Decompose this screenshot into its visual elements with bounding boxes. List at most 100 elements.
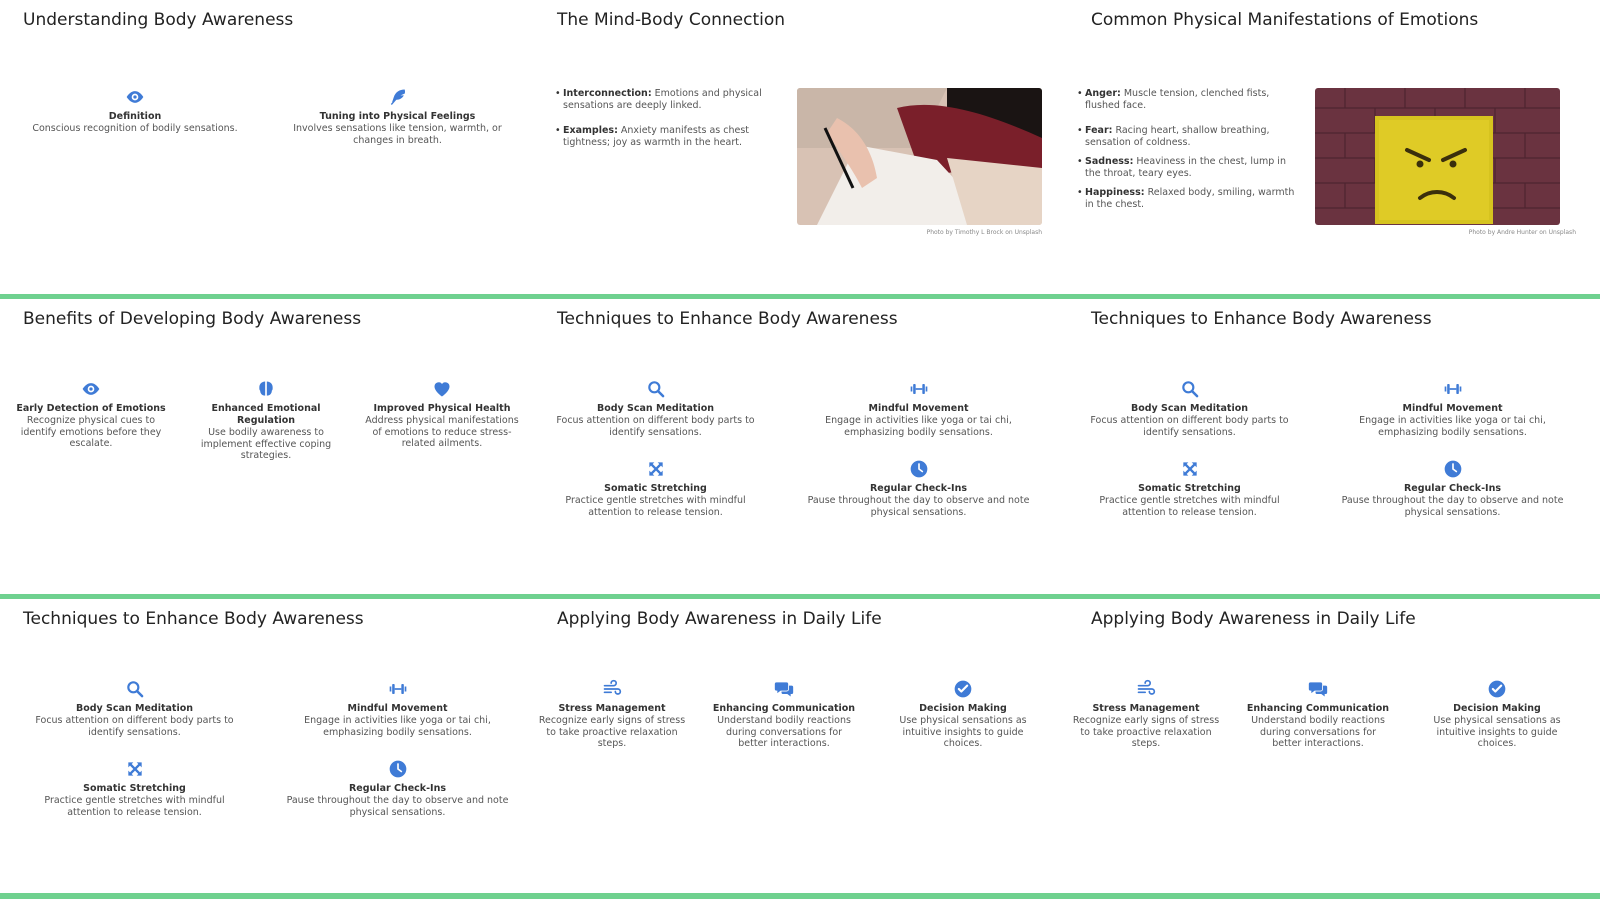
slide-title: Techniques to Enhance Body Awareness — [1091, 309, 1432, 329]
item-heading: Regular Check-Ins — [869, 483, 967, 494]
definition-item: Definition Conscious recognition of bodi… — [25, 87, 245, 135]
item-heading: Regular Check-Ins — [1403, 483, 1501, 494]
item-heading: Somatic Stretching — [604, 483, 707, 494]
item-heading: Body Scan Meditation — [596, 403, 714, 414]
bullet-item: Examples: Anxiety manifests as chest tig… — [555, 125, 785, 148]
item-description: Pause throughout the day to observe and … — [286, 795, 509, 818]
brain-icon — [256, 379, 276, 399]
item-description: Recognize early signs of stress to take … — [1072, 715, 1220, 749]
slide-title: Benefits of Developing Body Awareness — [23, 309, 362, 329]
bullet-item: Happiness: Relaxed body, smiling, warmth… — [1077, 187, 1302, 210]
clock-icon — [909, 459, 929, 479]
tuning-item: Tuning into Physical Feelings Involves s… — [275, 87, 520, 146]
photo-credit: Photo by Timothy L Brock on Unsplash — [926, 229, 1042, 236]
technique-item: Body Scan Meditation Focus attention on … — [543, 379, 768, 438]
slide-title: Understanding Body Awareness — [23, 10, 294, 30]
item-description: Understand bodily reactions during conve… — [717, 715, 851, 749]
dumbbell-icon — [1443, 379, 1463, 399]
item-description: Focus attention on different body parts … — [1090, 415, 1289, 438]
daily-item: Decision Making Use physical sensations … — [1417, 679, 1577, 750]
item-heading: Mindful Movement — [1402, 403, 1503, 414]
dumbbell-icon — [909, 379, 929, 399]
wind-icon — [1136, 679, 1156, 699]
eye-icon — [125, 87, 145, 107]
slide-benefits[interactable]: Benefits of Developing Body Awareness Ea… — [0, 299, 533, 593]
bullet-item: Interconnection: Emotions and physical s… — [555, 88, 785, 111]
slide-techniques[interactable]: Techniques to Enhance Body Awareness Bod… — [0, 599, 533, 893]
bullet-item: Anger: Muscle tension, clenched fists, f… — [1077, 88, 1302, 111]
writing-hand-photo — [797, 88, 1042, 225]
benefit-item: Improved Physical Health Address physica… — [361, 379, 523, 450]
item-description: Practice gentle stretches with mindful a… — [565, 495, 746, 518]
technique-item: Body Scan Meditation Focus attention on … — [22, 679, 247, 738]
comments-icon — [1308, 679, 1328, 699]
slide-understanding-body-awareness[interactable]: Understanding Body Awareness Definition … — [0, 0, 533, 294]
clock-icon — [388, 759, 408, 779]
item-heading: Regular Check-Ins — [348, 783, 446, 794]
photo-credit: Photo by Andre Hunter on Unsplash — [1468, 229, 1576, 236]
slide-daily-life[interactable]: Applying Body Awareness in Daily Life St… — [533, 599, 1066, 893]
benefit-item: Early Detection of Emotions Recognize ph… — [10, 379, 172, 450]
slide-techniques[interactable]: Techniques to Enhance Body Awareness Bod… — [1067, 299, 1600, 593]
angry-face-photo — [1315, 88, 1560, 225]
item-description: Use physical sensations as intuitive ins… — [1433, 715, 1561, 749]
item-description: Pause throughout the day to observe and … — [1341, 495, 1564, 518]
comments-icon — [774, 679, 794, 699]
item-description: Use bodily awareness to implement effect… — [200, 427, 332, 461]
bullet-item: Sadness: Heaviness in the chest, lump in… — [1077, 156, 1302, 179]
feather-icon — [388, 87, 408, 107]
item-heading: Body Scan Meditation — [75, 703, 193, 714]
technique-item: Somatic Stretching Practice gentle stret… — [1077, 459, 1302, 518]
slide-title: Applying Body Awareness in Daily Life — [557, 609, 882, 629]
slide-physical-manifestations[interactable]: Common Physical Manifestations of Emotio… — [1067, 0, 1600, 294]
eye-icon — [81, 379, 101, 399]
daily-item: Stress Management Recognize early signs … — [537, 679, 687, 750]
bullet-item: Fear: Racing heart, shallow breathing, s… — [1077, 125, 1302, 148]
item-description: Practice gentle stretches with mindful a… — [44, 795, 225, 818]
slide-daily-life[interactable]: Applying Body Awareness in Daily Life St… — [1067, 599, 1600, 893]
daily-item: Enhancing Communication Understand bodil… — [1245, 679, 1391, 750]
bullet-list: Anger: Muscle tension, clenched fists, f… — [1077, 88, 1302, 224]
item-heading: Somatic Stretching — [83, 783, 186, 794]
item-heading: Body Scan Meditation — [1130, 403, 1248, 414]
item-description: Pause throughout the day to observe and … — [807, 495, 1030, 518]
technique-item: Somatic Stretching Practice gentle stret… — [22, 759, 247, 818]
search-icon — [125, 679, 145, 699]
technique-item: Body Scan Meditation Focus attention on … — [1077, 379, 1302, 438]
slide-title: Techniques to Enhance Body Awareness — [23, 609, 364, 629]
slide-title: The Mind-Body Connection — [557, 10, 786, 30]
daily-item: Stress Management Recognize early signs … — [1071, 679, 1221, 750]
slide-mind-body-connection[interactable]: The Mind-Body Connection Interconnection… — [533, 0, 1066, 294]
technique-item: Mindful Movement Engage in activities li… — [1330, 379, 1575, 438]
row-divider — [0, 893, 1600, 899]
item-heading: Decision Making — [1453, 703, 1541, 714]
slide-title: Techniques to Enhance Body Awareness — [557, 309, 898, 329]
heart-icon — [432, 379, 452, 399]
item-description: Practice gentle stretches with mindful a… — [1099, 495, 1280, 518]
technique-item: Regular Check-Ins Pause throughout the d… — [275, 759, 520, 818]
daily-item: Decision Making Use physical sensations … — [883, 679, 1043, 750]
item-heading: Stress Management — [1092, 703, 1200, 714]
item-description: Engage in activities like yoga or tai ch… — [1359, 415, 1546, 438]
item-heading: Somatic Stretching — [1138, 483, 1241, 494]
item-description: Focus attention on different body parts … — [556, 415, 755, 438]
item-description: Use physical sensations as intuitive ins… — [899, 715, 1027, 749]
clock-icon — [1443, 459, 1463, 479]
bullet-list: Interconnection: Emotions and physical s… — [555, 88, 785, 162]
slide-grid: Understanding Body Awareness Definition … — [0, 0, 1600, 899]
wind-icon — [602, 679, 622, 699]
technique-item: Mindful Movement Engage in activities li… — [796, 379, 1041, 438]
search-icon — [1180, 379, 1200, 399]
item-description: Recognize physical cues to identify emot… — [20, 415, 162, 449]
item-heading: Stress Management — [558, 703, 666, 714]
item-description: Engage in activities like yoga or tai ch… — [825, 415, 1012, 438]
expand-icon — [125, 759, 145, 779]
slide-techniques[interactable]: Techniques to Enhance Body Awareness Bod… — [533, 299, 1066, 593]
item-heading: Enhanced Emotional Regulation — [211, 403, 321, 426]
slide-title: Common Physical Manifestations of Emotio… — [1091, 10, 1479, 30]
benefit-item: Enhanced Emotional Regulation Use bodily… — [185, 379, 347, 462]
check-circle-icon — [953, 679, 973, 699]
item-description: Involves sensations like tension, warmth… — [293, 123, 502, 146]
search-icon — [646, 379, 666, 399]
item-heading: Mindful Movement — [347, 703, 448, 714]
